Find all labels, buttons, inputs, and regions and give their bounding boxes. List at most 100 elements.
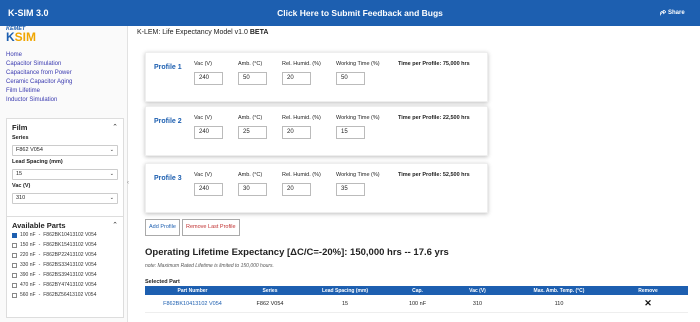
checkbox[interactable] [12,272,17,278]
sidebar: KEMET KSIM Home Capacitor Simulation Cap… [0,26,128,322]
humid-input[interactable]: 20 [282,126,311,139]
nav-home[interactable]: Home [6,51,72,60]
table-row: F862BK10413102 V054 F862 V054 15 100 nF … [145,295,688,313]
profile-card: Profile 1 Vac (V) 240 Amb. (°C) 50 Rel. … [145,52,488,102]
available-parts-panel: Available Parts ⌃ 100 nF - F862BK10413102 … [6,216,124,318]
humid-input[interactable]: 20 [282,72,311,85]
lead-spacing-select[interactable]: 15 ⌄ [12,169,118,180]
profile-name: Profile 2 [154,118,182,125]
series-select[interactable]: F862 V054 ⌄ [12,145,118,156]
lead-spacing-label: Lead Spacing (mm) [12,159,63,165]
time-per-profile: Time per Profile: 22,500 hrs [398,115,470,121]
nav-list: Home Capacitor Simulation Capacitance fr… [6,51,72,106]
cell: 310 [472,300,483,307]
work-label: Working Time (%) [336,115,380,121]
cell: 110 [554,300,564,307]
chevron-down-icon: ⌄ [109,195,114,201]
checkbox[interactable] [12,292,17,298]
part-item[interactable]: 100 nF - F862BK10413102 V054 [12,232,97,238]
amb-label: Amb. (°C) [238,115,263,121]
share-button[interactable]: Share [660,10,700,16]
remove-last-profile-button[interactable]: Remove Last Profile [182,219,240,236]
remove-x-icon[interactable]: ✕ [644,298,652,308]
top-bar: K-SIM 3.0 Click Here to Submit Feedback … [0,0,700,26]
film-panel: Film ⌃ Series F862 V054 ⌄ Lead Spacing (m… [6,118,124,223]
work-input[interactable]: 15 [336,126,365,139]
profile-name: Profile 1 [154,64,182,71]
film-title: Film [12,123,28,132]
part-item[interactable]: 220 nF - F862BP22413102 V054 [12,252,97,258]
humid-label: Rel. Humid. (%) [282,61,321,67]
amb-label: Amb. (°C) [238,61,263,67]
checkbox[interactable] [12,262,17,268]
col-header: Cap. [412,287,423,294]
nav-capacitor-simulation[interactable]: Capacitor Simulation [6,60,72,69]
collapse-chevron-icon[interactable]: ⌃ [112,123,118,131]
work-input[interactable]: 35 [336,183,365,196]
share-icon [660,10,666,16]
work-input[interactable]: 50 [336,72,365,85]
amb-input[interactable]: 30 [238,183,267,196]
profile-card: Profile 3 Vac (V) 240 Amb. (°C) 30 Rel. … [145,163,488,213]
time-per-profile: Time per Profile: 75,000 hrs [398,61,470,67]
selected-part-table: Part Number Series Lead Spacing (mm) Cap… [145,286,688,313]
checkbox[interactable] [12,252,17,258]
vac-label: Vac (V) [194,172,212,178]
nav-ceramic-capacitor-aging[interactable]: Ceramic Capacitor Aging [6,78,72,87]
humid-label: Rel. Humid. (%) [282,172,321,178]
checkbox[interactable] [12,282,17,288]
checkbox[interactable] [12,242,17,248]
part-number-link[interactable]: F862BK10413102 V054 [145,301,240,307]
beta-badge: BETA [249,29,269,36]
nav-film-lifetime[interactable]: Film Lifetime [6,87,72,96]
collapse-chevron-icon[interactable]: ⌃ [112,221,118,229]
vac-input[interactable]: 240 [194,126,223,139]
humid-input[interactable]: 20 [282,183,311,196]
vac-label: Vac (V) [12,183,31,189]
time-per-profile: Time per Profile: 52,500 hrs [398,172,470,178]
part-item[interactable]: 330 nF - F862BS33413102 V054 [12,262,97,268]
series-label: Series [12,135,29,141]
vac-label: Vac (V) [194,61,212,67]
col-header: Lead Spacing (mm) [321,287,369,294]
logo-k: K [6,30,15,44]
col-header: Part Number [177,287,208,294]
lifetime-note: note: Maximum Rated Lifetime is limited … [145,263,274,269]
available-parts-title: Available Parts [12,221,66,230]
amb-input[interactable]: 25 [238,126,267,139]
logo-sim: SIM [14,30,37,44]
part-item[interactable]: 560 nF - F862BZ56413102 V054 [12,292,96,298]
page-title: K-LEM: Life Expectancy Model v1.0 BETA [137,29,269,36]
amb-input[interactable]: 50 [238,72,267,85]
cell: 15 [341,300,349,307]
work-label: Working Time (%) [336,172,380,178]
checkbox-checked[interactable] [12,232,17,238]
part-item[interactable]: 470 nF - F862BY47413102 V054 [12,282,97,288]
humid-label: Rel. Humid. (%) [282,115,321,121]
profile-name: Profile 3 [154,175,182,182]
amb-label: Amb. (°C) [238,172,263,178]
col-header: Series [262,287,278,294]
col-header: Vac (V) [469,287,486,294]
selected-part-title: Selected Part [145,279,180,285]
nav-capacitance-from-power[interactable]: Capacitance from Power [6,69,72,78]
col-header: Remove [638,287,658,294]
add-profile-button[interactable]: Add Profile [145,219,180,236]
feedback-banner-link[interactable]: Click Here to Submit Feedback and Bugs [60,8,660,18]
vac-input[interactable]: 240 [194,183,223,196]
part-item[interactable]: 150 nF - F862BK15413102 V054 [12,242,97,248]
profile-card: Profile 2 Vac (V) 240 Amb. (°C) 25 Rel. … [145,106,488,156]
chevron-down-icon: ⌄ [109,147,114,153]
work-label: Working Time (%) [336,61,380,67]
nav-inductor-simulation[interactable]: Inductor Simulation [6,96,72,105]
app-title: K-SIM 3.0 [8,8,49,18]
kemet-ksim-logo: KEMET KSIM [6,26,36,43]
share-label: Share [668,10,685,16]
col-header: Max. Amb. Temp. (°C) [533,287,585,294]
part-item[interactable]: 390 nF - F862BS39413102 V054 [12,272,97,278]
vac-select[interactable]: 310 ⌄ [12,193,118,204]
vac-input[interactable]: 240 [194,72,223,85]
table-header: Part Number Series Lead Spacing (mm) Cap… [145,286,688,295]
lifetime-result: Operating Lifetime Expectancy [ΔC/C=-20%… [145,247,449,258]
vac-label: Vac (V) [194,115,212,121]
